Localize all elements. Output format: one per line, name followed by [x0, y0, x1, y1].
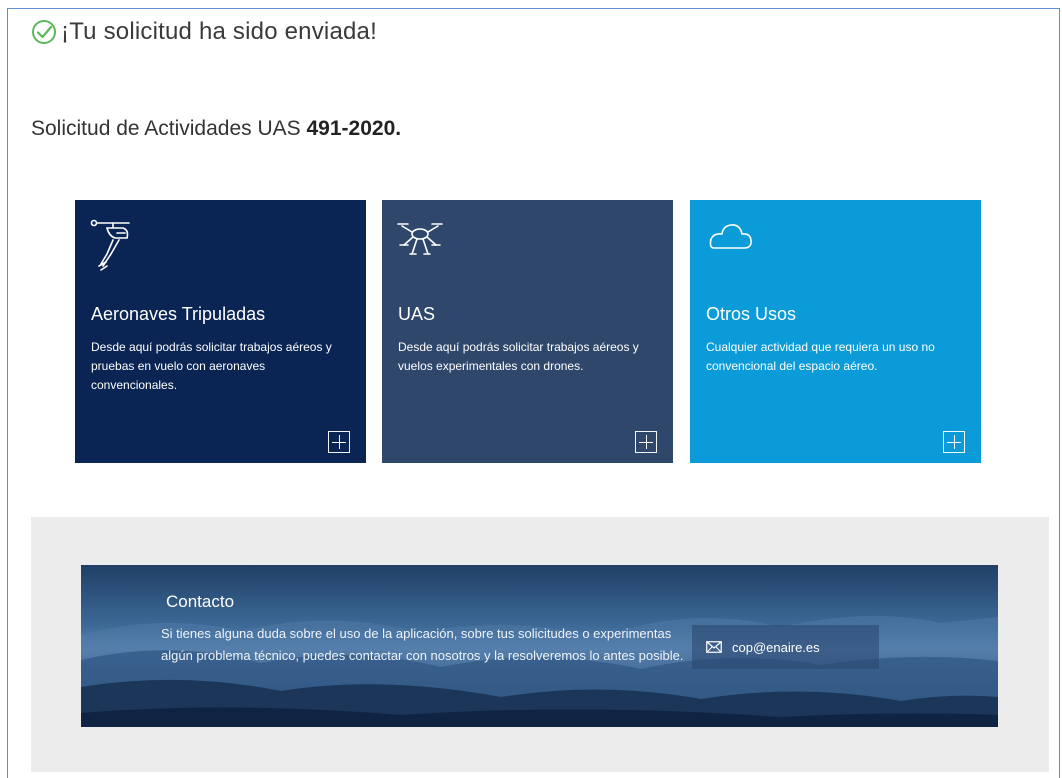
card-description: Desde aquí podrás solicitar trabajos aér… [91, 340, 332, 392]
request-heading: Solicitud de Actividades UAS 491-2020. [31, 117, 401, 141]
envelope-icon [706, 641, 722, 653]
email-contact-link[interactable]: cop@enaire.es [692, 625, 879, 669]
plus-icon[interactable] [328, 431, 350, 453]
card-otros-usos[interactable]: Otros Usos Cualquier actividad que requi… [690, 200, 981, 463]
card-description: Desde aquí podrás solicitar trabajos aér… [398, 340, 639, 373]
contact-section: Contacto Si tienes alguna duda sobre el … [31, 517, 1049, 772]
contact-banner: Contacto Si tienes alguna duda sobre el … [81, 565, 998, 727]
plus-icon[interactable] [635, 431, 657, 453]
card-description: Cualquier actividad que requiera un uso … [706, 340, 935, 373]
cloud-icon [704, 214, 754, 259]
helicopter-icon [89, 214, 135, 281]
drone-icon [396, 214, 444, 267]
email-text: cop@enaire.es [732, 639, 820, 655]
check-circle-icon [32, 20, 56, 44]
card-title: UAS [398, 304, 436, 324]
card-uas[interactable]: UAS Desde aquí podrás solicitar trabajos… [382, 200, 673, 463]
contact-title: Contacto [166, 592, 235, 611]
card-title: Aeronaves Tripuladas [91, 304, 266, 324]
card-aeronaves-tripuladas[interactable]: Aeronaves Tripuladas Desde aquí podrás s… [75, 200, 366, 463]
card-title: Otros Usos [706, 304, 797, 324]
plus-icon[interactable] [943, 431, 965, 453]
request-label: Solicitud de Actividades UAS [31, 117, 301, 140]
request-number: 491-2020. [306, 117, 402, 140]
contact-text: Si tienes alguna duda sobre el uso de la… [161, 626, 684, 663]
success-message: ¡Tu solicitud ha sido enviada! [31, 18, 377, 46]
success-text: ¡Tu solicitud ha sido enviada! [61, 18, 377, 45]
